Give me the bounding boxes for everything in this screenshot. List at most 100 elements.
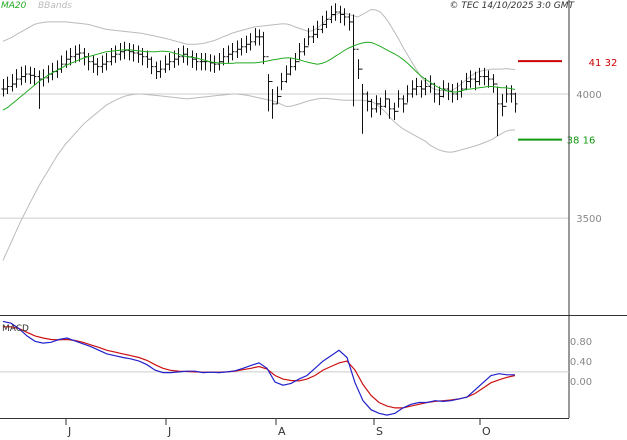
price-bar [86,52,91,71]
y-tick-label: 3500 [576,214,601,225]
price-bar [311,25,316,44]
price-bar [437,86,442,106]
x-axis: JJASO [65,418,491,438]
macd-tick-label: 0.80 [570,337,592,348]
legend-ma20: MA20 [1,1,27,11]
price-grid: 3500 4000 [0,90,602,225]
price-bar [19,66,24,86]
price-bar [414,77,419,96]
price-bar [203,52,208,71]
price-bar [239,38,244,56]
macd-tick-label: 0.00 [570,377,592,388]
price-bar [208,54,213,72]
price-bar [392,102,397,121]
legend-bbands: BBands [38,1,72,11]
resistance-label: 41 32 [589,58,618,69]
price-bar [176,48,181,66]
price-bar [356,48,361,80]
price-bar [127,43,132,61]
price-bar [495,83,500,137]
price-bar [387,98,392,119]
price-bar [338,5,343,24]
price-bar [410,80,415,98]
price-bar [32,67,37,86]
price-bar [5,76,10,94]
price-bar [199,52,204,71]
price-bar [464,72,469,91]
price-bar [342,8,347,26]
price-bar [131,44,136,62]
price-bar [383,90,388,108]
price-bar [95,57,100,76]
price-bar [297,43,302,63]
price-bar [468,70,473,88]
price-bar [163,55,168,73]
price-bar [509,85,514,103]
price-bar [248,33,253,51]
price-bar [477,67,482,86]
bb-lower-line [2,93,515,261]
price-bar [194,52,199,71]
price-bar [405,85,410,105]
price-bar [450,84,455,103]
price-bar [324,10,329,29]
price-bar [10,74,15,92]
price-bar [235,40,240,58]
price-bar [154,61,159,80]
price-bar [491,74,496,93]
price-bar [261,31,266,65]
price-bar [333,3,338,21]
price-levels: 41 32 38 16 [518,58,618,147]
copyright-notice: © TEC 14/10/2025 3:0 GMT [449,1,575,11]
y-tick-label: 4000 [576,90,601,101]
price-bar [113,45,118,63]
price-bar [100,55,105,73]
price-bar [136,45,141,63]
support-label: 38 16 [567,136,596,147]
price-bar [145,50,150,68]
price-bar [212,55,217,73]
price-bar [288,57,293,76]
price-bar [302,38,307,56]
price-bar [486,70,491,88]
x-tick-label: A [278,425,286,438]
macd-panel: 0.80 0.40 0.00 [0,320,592,416]
price-bar [351,14,356,107]
price-bar [91,55,96,73]
macd-label: MACD [2,324,29,334]
price-bar [226,45,231,63]
price-bar [82,48,87,66]
price-bar [500,93,505,117]
price-bar [104,52,109,71]
price-bar [217,52,222,71]
x-tick-label: J [167,425,171,438]
price-bar [190,50,195,68]
macd-line [2,320,515,416]
price-bar [401,95,406,113]
price-bar [244,35,249,53]
price-bar [37,70,42,109]
price-bar [360,68,365,134]
price-bar [279,72,284,97]
chart-canvas: 3500 4000 41 32 38 16 0.80 0.40 0.00 J J A S O M… [0,0,627,438]
price-bar [293,52,298,71]
chart-frame [0,0,627,419]
price-bar [230,43,235,61]
price-bar [284,65,289,83]
price-bar [23,65,28,83]
price-bar [347,13,352,31]
price-bar [253,28,258,46]
x-tick-label: S [376,425,383,438]
macd-signal-line [3,326,516,409]
price-bar [181,45,186,63]
price-bar [118,43,123,61]
price-bar [28,66,33,85]
price-bar [149,56,154,75]
x-tick-label: O [482,425,491,438]
price-bar [419,80,424,98]
price-bar [513,92,518,113]
price-bar [266,56,271,112]
macd-tick-label: 0.40 [570,357,592,368]
price-bar [275,86,280,105]
price-bar [14,69,19,88]
